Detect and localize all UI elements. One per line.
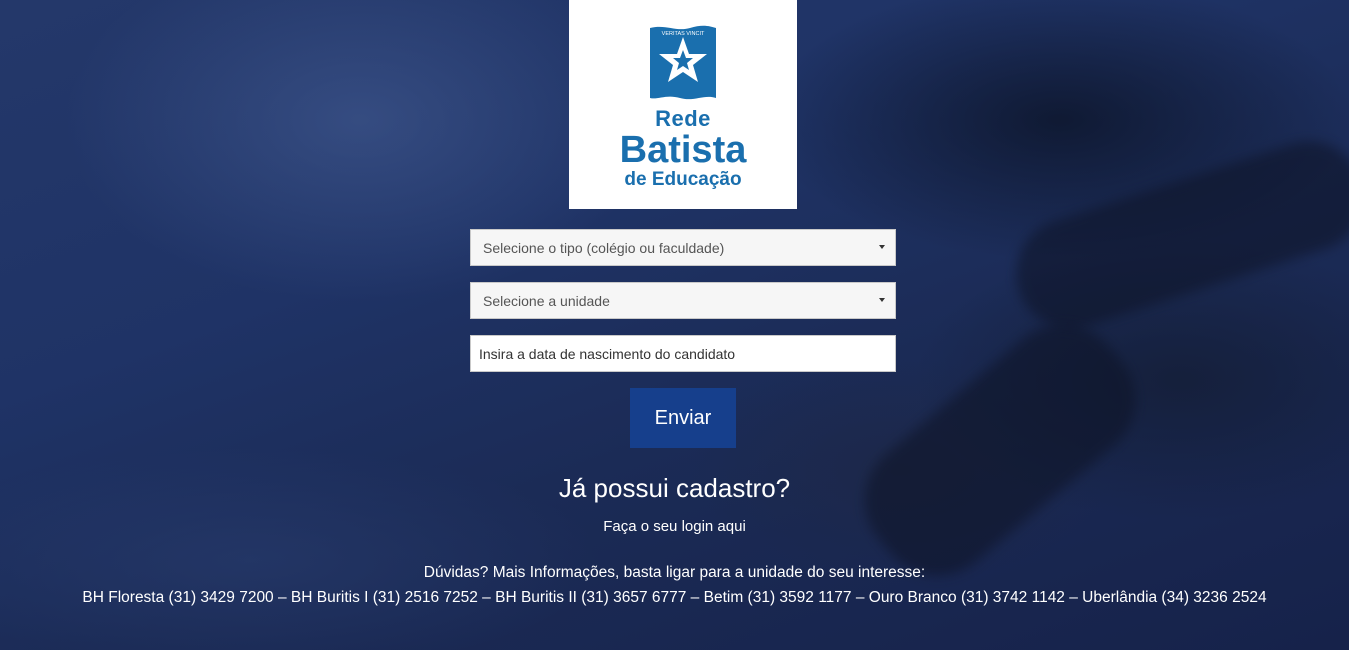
caret-down-icon [879, 245, 885, 249]
birthdate-input[interactable]: Insira a data de nascimento do candidato [470, 335, 896, 372]
star-flag-icon: VERITAS VINCIT [650, 25, 716, 100]
logo-line-batista: Batista [619, 129, 747, 171]
submit-button[interactable]: Enviar [630, 388, 736, 448]
login-heading: Já possui cadastro? [558, 473, 791, 503]
unit-select[interactable]: Selecione a unidade [470, 282, 896, 319]
birthdate-placeholder: Insira a data de nascimento do candidato [479, 345, 736, 362]
type-select-value: Selecione o tipo (colégio ou faculdade) [483, 239, 725, 256]
caret-down-icon [879, 298, 885, 302]
info-text: Dúvidas? Mais Informações, basta ligar p… [423, 564, 926, 581]
phone-list: BH Floresta (31) 3429 7200 – BH Buritis … [82, 589, 1267, 606]
login-link[interactable]: Faça o seu login aqui [0, 518, 1349, 535]
logo: VERITAS VINCIT Rede Batista de Educação [569, 0, 797, 209]
type-select[interactable]: Selecione o tipo (colégio ou faculdade) [470, 229, 896, 266]
logo-line-educacao: de Educação [624, 169, 742, 190]
logo-line-rede: Rede [655, 106, 711, 131]
svg-text:VERITAS VINCIT: VERITAS VINCIT [662, 31, 705, 37]
unit-select-value: Selecione a unidade [483, 292, 610, 309]
